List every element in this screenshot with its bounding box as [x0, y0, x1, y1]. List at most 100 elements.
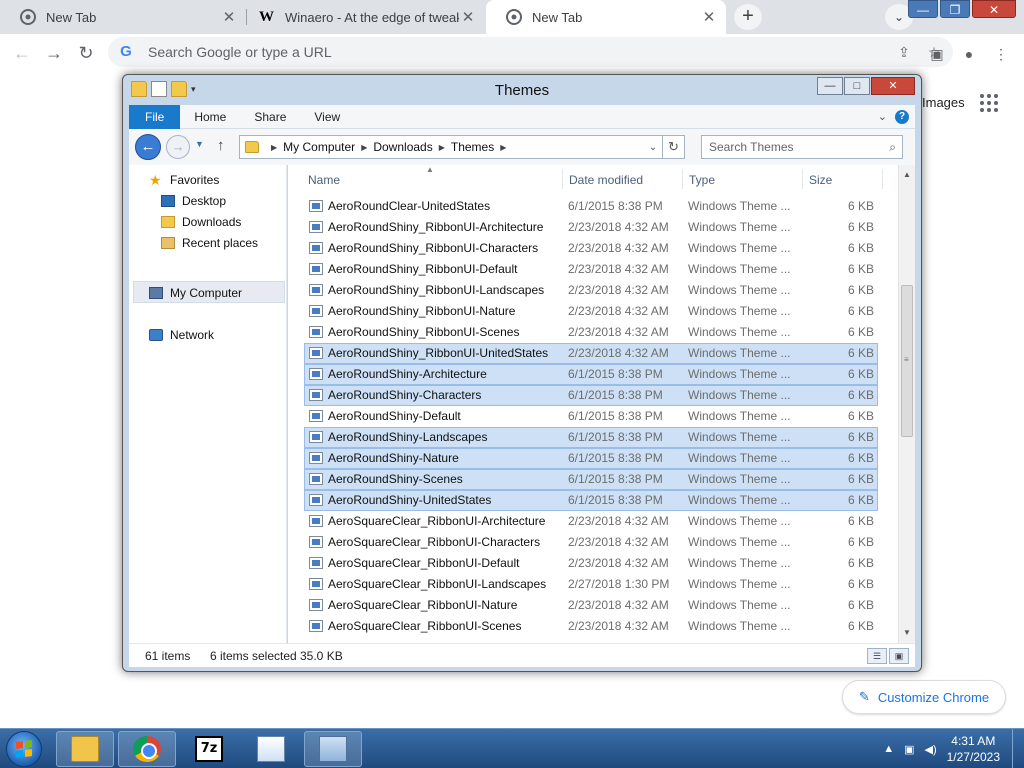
taskbar-chrome[interactable]: [118, 731, 176, 767]
nav-item-desktop[interactable]: Desktop: [161, 194, 226, 208]
minimize-button[interactable]: —: [817, 77, 843, 95]
help-icon[interactable]: ?: [895, 109, 909, 124]
file-row[interactable]: AeroSquareClear_RibbonUI-Default 2/23/201…: [288, 553, 898, 574]
share-icon[interactable]: ⇪: [893, 44, 915, 61]
tab-winaero[interactable]: W Winaero - At the edge of tweaking ✕: [247, 0, 485, 34]
reload-icon[interactable]: ↻: [74, 41, 98, 65]
column-type[interactable]: Type: [689, 173, 715, 187]
tab-home[interactable]: Home: [180, 105, 240, 129]
column-divider[interactable]: [882, 169, 883, 189]
large-icons-view-icon[interactable]: ▣: [889, 648, 909, 664]
network-icon[interactable]: ▣: [904, 743, 914, 756]
file-row[interactable]: AeroRoundShiny-Scenes 6/1/2015 8:38 PM Win…: [288, 469, 898, 490]
explorer-titlebar[interactable]: ▾ Themes — □ ✕: [123, 75, 921, 105]
nav-item-recent-places[interactable]: Recent places: [161, 236, 258, 250]
nav-item-network[interactable]: Network: [149, 328, 214, 342]
column-divider[interactable]: [802, 169, 803, 189]
file-row[interactable]: AeroSquareClear_RibbonUI-Scenes 2/23/2018…: [288, 616, 898, 637]
tab-close-icon[interactable]: ✕: [700, 8, 718, 26]
nav-item-my-computer[interactable]: My Computer: [149, 286, 242, 300]
file-row[interactable]: AeroSquareClear_RibbonUI-Architecture 2/2…: [288, 511, 898, 532]
taskbar-file-explorer[interactable]: [56, 731, 114, 767]
breadcrumb-downloads[interactable]: Downloads: [373, 140, 432, 154]
forward-button[interactable]: →: [166, 135, 190, 159]
breadcrumb-chevron-icon[interactable]: ▶: [361, 143, 367, 152]
address-dropdown-icon[interactable]: ⌄: [644, 142, 662, 153]
file-row[interactable]: AeroRoundShiny_RibbonUI-UnitedStates 2/23…: [288, 343, 898, 364]
tab-close-icon[interactable]: ✕: [459, 8, 477, 26]
omnibox[interactable]: G Search Google or type a URL ⇪ ☆: [108, 37, 953, 67]
minimize-button[interactable]: —: [908, 0, 938, 18]
volume-icon[interactable]: ◀): [924, 743, 936, 756]
expand-ribbon-icon[interactable]: ⌄: [878, 110, 887, 123]
tab-new-tab-active[interactable]: New Tab ✕: [486, 0, 726, 34]
recent-places-icon: [161, 237, 175, 249]
up-arrow-icon[interactable]: ↑: [217, 137, 225, 154]
address-bar[interactable]: ▶ My Computer ▶ Downloads ▶ Themes ▶ ⌄: [239, 135, 663, 159]
column-divider[interactable]: [562, 169, 563, 189]
show-desktop-button[interactable]: [1012, 729, 1024, 768]
forward-arrow-icon[interactable]: →: [42, 41, 66, 65]
file-row[interactable]: AeroRoundShiny_RibbonUI-Landscapes 2/23/2…: [288, 280, 898, 301]
file-row[interactable]: AeroRoundClear-UnitedStates 6/1/2015 8:38…: [288, 196, 898, 217]
file-row[interactable]: AeroRoundShiny_RibbonUI-Default 2/23/2018…: [288, 259, 898, 280]
back-button[interactable]: ←: [135, 134, 161, 160]
details-view-icon[interactable]: ☰: [867, 648, 887, 664]
maximize-button[interactable]: □: [844, 77, 870, 95]
file-row[interactable]: AeroRoundShiny_RibbonUI-Scenes 2/23/2018 …: [288, 322, 898, 343]
file-row[interactable]: AeroRoundShiny-UnitedStates 6/1/2015 8:38…: [288, 490, 898, 511]
close-button[interactable]: ✕: [871, 77, 915, 95]
scroll-up-icon[interactable]: ▲: [899, 167, 915, 183]
back-arrow-icon[interactable]: ←: [10, 41, 34, 65]
file-row[interactable]: AeroRoundShiny_RibbonUI-Architecture 2/23…: [288, 217, 898, 238]
tab-close-icon[interactable]: ✕: [220, 8, 238, 26]
column-date-modified[interactable]: Date modified: [569, 173, 643, 187]
file-row[interactable]: AeroRoundShiny-Landscapes 6/1/2015 8:38 P…: [288, 427, 898, 448]
nav-item-favorites[interactable]: ★ Favorites: [149, 173, 219, 187]
customize-chrome-button[interactable]: ✎ Customize Chrome: [842, 680, 1006, 714]
new-tab-button[interactable]: +: [734, 4, 762, 30]
clock[interactable]: 4:31 AM 1/27/2023: [947, 733, 1000, 765]
taskbar-paint[interactable]: [242, 731, 300, 767]
breadcrumb-chevron-icon[interactable]: ▶: [271, 143, 277, 152]
scrollbar-thumb[interactable]: ≡: [901, 285, 913, 437]
file-row[interactable]: AeroRoundShiny_RibbonUI-Nature 2/23/2018 …: [288, 301, 898, 322]
file-row[interactable]: AeroSquareClear_RibbonUI-Nature 2/23/2018…: [288, 595, 898, 616]
tab-file[interactable]: File: [129, 104, 181, 129]
start-button[interactable]: [6, 731, 42, 767]
profile-avatar-icon[interactable]: ●: [958, 43, 980, 65]
tab-view[interactable]: View: [300, 105, 354, 129]
breadcrumb-my-computer[interactable]: My Computer: [283, 140, 355, 154]
file-row[interactable]: AeroSquareClear_RibbonUI-Characters 2/23/…: [288, 532, 898, 553]
omnibox-placeholder[interactable]: Search Google or type a URL: [148, 44, 893, 60]
file-row[interactable]: AeroRoundShiny-Nature 6/1/2015 8:38 PM Win…: [288, 448, 898, 469]
maximize-button[interactable]: ❐: [940, 0, 970, 18]
nav-item-downloads[interactable]: Downloads: [161, 215, 241, 229]
file-row[interactable]: AeroRoundShiny-Characters 6/1/2015 8:38 P…: [288, 385, 898, 406]
taskbar-7zip[interactable]: 7z: [180, 731, 238, 767]
chrome-menu-icon[interactable]: ⋮: [990, 43, 1012, 65]
vertical-scrollbar[interactable]: ▲ ≡ ▼: [898, 165, 915, 643]
breadcrumb-chevron-icon[interactable]: ▶: [439, 143, 445, 152]
file-row[interactable]: AeroRoundShiny-Architecture 6/1/2015 8:38…: [288, 364, 898, 385]
refresh-icon[interactable]: ↻: [663, 135, 685, 159]
recent-locations-icon[interactable]: ▼: [195, 139, 204, 149]
column-size[interactable]: Size: [809, 173, 832, 187]
google-apps-icon[interactable]: [980, 94, 998, 112]
show-hidden-icons-icon[interactable]: ▲: [883, 743, 894, 755]
breadcrumb-themes[interactable]: Themes: [451, 140, 494, 154]
column-divider[interactable]: [682, 169, 683, 189]
file-row[interactable]: AeroRoundShiny_RibbonUI-Characters 2/23/2…: [288, 238, 898, 259]
taskbar-control-panel[interactable]: [304, 731, 362, 767]
close-button[interactable]: ✕: [972, 0, 1016, 18]
tab-new-tab-1[interactable]: New Tab ✕: [0, 0, 246, 34]
tab-share[interactable]: Share: [240, 105, 300, 129]
file-row[interactable]: AeroSquareClear_RibbonUI-Landscapes 2/27/…: [288, 574, 898, 595]
scroll-down-icon[interactable]: ▼: [899, 625, 915, 641]
column-name[interactable]: Name: [308, 173, 340, 187]
search-themes-input[interactable]: Search Themes ⌕: [701, 135, 903, 159]
side-panel-icon[interactable]: ▣: [926, 43, 948, 65]
images-link[interactable]: Images: [922, 95, 965, 110]
breadcrumb-chevron-icon[interactable]: ▶: [500, 143, 506, 152]
file-row[interactable]: AeroRoundShiny-Default 6/1/2015 8:38 PM Wi…: [288, 406, 898, 427]
